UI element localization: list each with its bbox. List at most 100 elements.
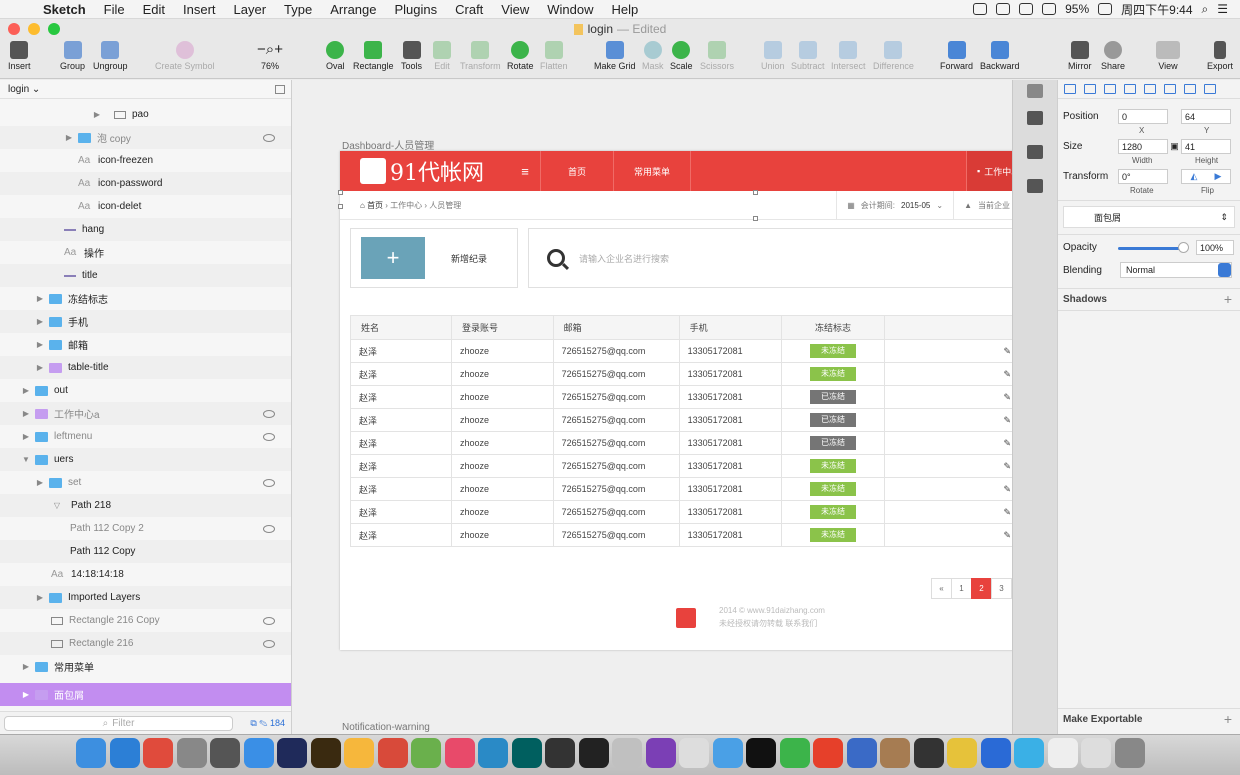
width-field[interactable]: 1280 (1118, 139, 1168, 154)
dock-app-icon[interactable] (880, 738, 910, 768)
lock-icon[interactable]: ▣ (1168, 141, 1181, 152)
dock-app-icon[interactable] (813, 738, 843, 768)
zoom-window-button[interactable] (48, 23, 60, 35)
scissors-button[interactable]: Scissors (700, 41, 734, 71)
dock-app-icon[interactable] (712, 738, 743, 768)
dock-app-icon[interactable] (76, 738, 106, 768)
menu-arrange[interactable]: Arrange (321, 2, 385, 17)
data-icon[interactable] (1027, 145, 1043, 159)
add-shadow-button[interactable]: + (1224, 291, 1232, 307)
opacity-slider-knob[interactable] (1178, 242, 1189, 253)
status-badge[interactable]: 未冻结 (809, 482, 856, 496)
period-selector[interactable]: ▦ 会计期间: 2015-05 ⌄ (836, 190, 953, 220)
layer-row[interactable]: title (0, 264, 291, 287)
edit-button[interactable]: Edit (433, 41, 451, 71)
layer-row[interactable]: ▶ pao (0, 103, 291, 126)
disclosure-icon[interactable]: ▶ (64, 133, 74, 142)
menu-type[interactable]: Type (275, 2, 321, 17)
breadcrumb-home[interactable]: 首页 (367, 200, 383, 211)
artboard[interactable]: 91代帐网 ≡ 首页 常用菜单 ▪工作中心 ⌂ 首页 › 工作中心 › 人员管理… (340, 151, 1012, 650)
layer-row[interactable]: Rectangle 216 Copy (0, 609, 291, 632)
opacity-field[interactable]: 100% (1196, 240, 1234, 255)
dock-app-icon[interactable] (578, 738, 609, 768)
disclosure-icon[interactable]: ▶ (35, 340, 45, 349)
eye-icon[interactable] (263, 478, 275, 487)
dock-app-icon[interactable] (310, 738, 341, 768)
layer-row[interactable]: ▶ set (0, 471, 291, 494)
layer-row[interactable]: Path 112 Copy (0, 540, 291, 563)
distribute-h-icon[interactable] (1064, 84, 1076, 94)
edit-pencil-icon[interactable]: ✎ (1003, 415, 1011, 425)
zoom-control[interactable]: −⌕+ 76% (245, 41, 295, 71)
dock-app-icon[interactable] (176, 738, 207, 768)
menu-plugins[interactable]: Plugins (385, 2, 446, 17)
plus-icon[interactable]: + (361, 237, 425, 279)
blending-select[interactable]: Normal (1120, 262, 1232, 278)
edit-pencil-icon[interactable]: ✎ (1003, 438, 1011, 448)
make-grid-button[interactable]: Make Grid (594, 41, 636, 71)
clock[interactable]: 周四下午9:44 (1121, 1, 1192, 18)
hamburger-icon[interactable]: ≡ (510, 164, 540, 179)
rectangle-button[interactable]: Rectangle (353, 41, 394, 71)
oval-button[interactable]: Oval (326, 41, 345, 71)
dock-app-icon[interactable] (109, 738, 140, 768)
company-selector[interactable]: ▲ 当前企业 (953, 190, 1012, 220)
page-selector[interactable]: login ⌄ (0, 80, 291, 99)
nav-common-menu[interactable]: 常用菜单 (613, 151, 690, 191)
difference-button[interactable]: Difference (873, 41, 914, 71)
menu-view[interactable]: View (492, 2, 538, 17)
menu-edit[interactable]: Edit (134, 2, 174, 17)
status-badge[interactable]: 已冻结 (809, 436, 856, 450)
page-prev[interactable]: « (931, 578, 952, 599)
layer-row[interactable]: Aa icon-password (0, 172, 291, 195)
dock-app-icon[interactable] (1114, 738, 1145, 768)
disclosure-icon[interactable]: ▶ (21, 409, 31, 418)
eye-icon[interactable] (263, 639, 275, 648)
selection-handle[interactable] (338, 204, 343, 209)
shadows-section[interactable]: Shadows (1063, 294, 1107, 305)
edit-pencil-icon[interactable]: ✎ (1003, 346, 1011, 356)
table-row[interactable]: 赵泽 zhooze 726515275@qq.com 13305172081 未冻结 ✎ (350, 339, 1012, 363)
selection-handle[interactable] (753, 190, 758, 195)
layer-row[interactable]: ▶ 冻结标志 (0, 287, 291, 310)
artboard2-label[interactable]: Notification-warning (342, 722, 430, 733)
layer-row[interactable]: Path 112 Copy 2 (0, 517, 291, 540)
dock-app-icon[interactable] (1014, 738, 1044, 768)
layer-row[interactable]: ▶ 手机 (0, 310, 291, 333)
layer-row[interactable]: ▶ 邮箱 (0, 333, 291, 356)
flip-horizontal-icon[interactable]: ◭ (1191, 171, 1198, 182)
status-badge[interactable]: 未冻结 (809, 459, 856, 473)
mirror-button[interactable]: Mirror (1068, 41, 1092, 71)
craft-icon[interactable] (1027, 84, 1043, 98)
dock-app-icon[interactable] (913, 738, 944, 768)
table-row[interactable]: 赵泽 zhooze 726515275@qq.com 13305172081 已冻结 ✎ (350, 385, 1012, 409)
dock-app-icon[interactable] (779, 738, 810, 768)
ungroup-button[interactable]: Ungroup (93, 41, 128, 71)
edit-pencil-icon[interactable]: ✎ (1003, 461, 1011, 471)
layer-row[interactable]: Aa icon-freezen (0, 149, 291, 172)
library-icon[interactable] (1027, 111, 1043, 125)
eye-icon[interactable] (263, 432, 275, 441)
layer-row[interactable]: ▶ out (0, 379, 291, 402)
dock-app-icon[interactable] (210, 738, 240, 768)
disclosure-open-icon[interactable]: ▼ (21, 455, 31, 464)
scale-button[interactable]: Scale (670, 41, 693, 71)
tools-button[interactable]: Tools (401, 41, 422, 71)
dock-app-icon[interactable] (143, 738, 173, 768)
dock-app-icon[interactable] (846, 738, 877, 768)
status-badge[interactable]: 未冻结 (809, 344, 856, 358)
rotate-button[interactable]: Rotate (507, 41, 534, 71)
shared-style-select[interactable]: 面包屑 ⇕ (1063, 206, 1235, 228)
disclosure-icon[interactable]: ▶ (35, 317, 45, 326)
menu-craft[interactable]: Craft (446, 2, 492, 17)
dock-app-icon[interactable] (746, 738, 776, 768)
status-icon[interactable] (1019, 3, 1034, 15)
disclosure-icon[interactable]: ▶ (35, 294, 45, 303)
union-button[interactable]: Union (761, 41, 785, 71)
layer-row[interactable]: ▶ Imported Layers (0, 586, 291, 609)
disclosure-icon[interactable]: ▶ (35, 363, 45, 372)
layer-row[interactable]: Aa icon-delet (0, 195, 291, 218)
dock-app-icon[interactable] (980, 738, 1011, 768)
selection-handle[interactable] (753, 216, 758, 221)
minimize-window-button[interactable] (28, 23, 40, 35)
